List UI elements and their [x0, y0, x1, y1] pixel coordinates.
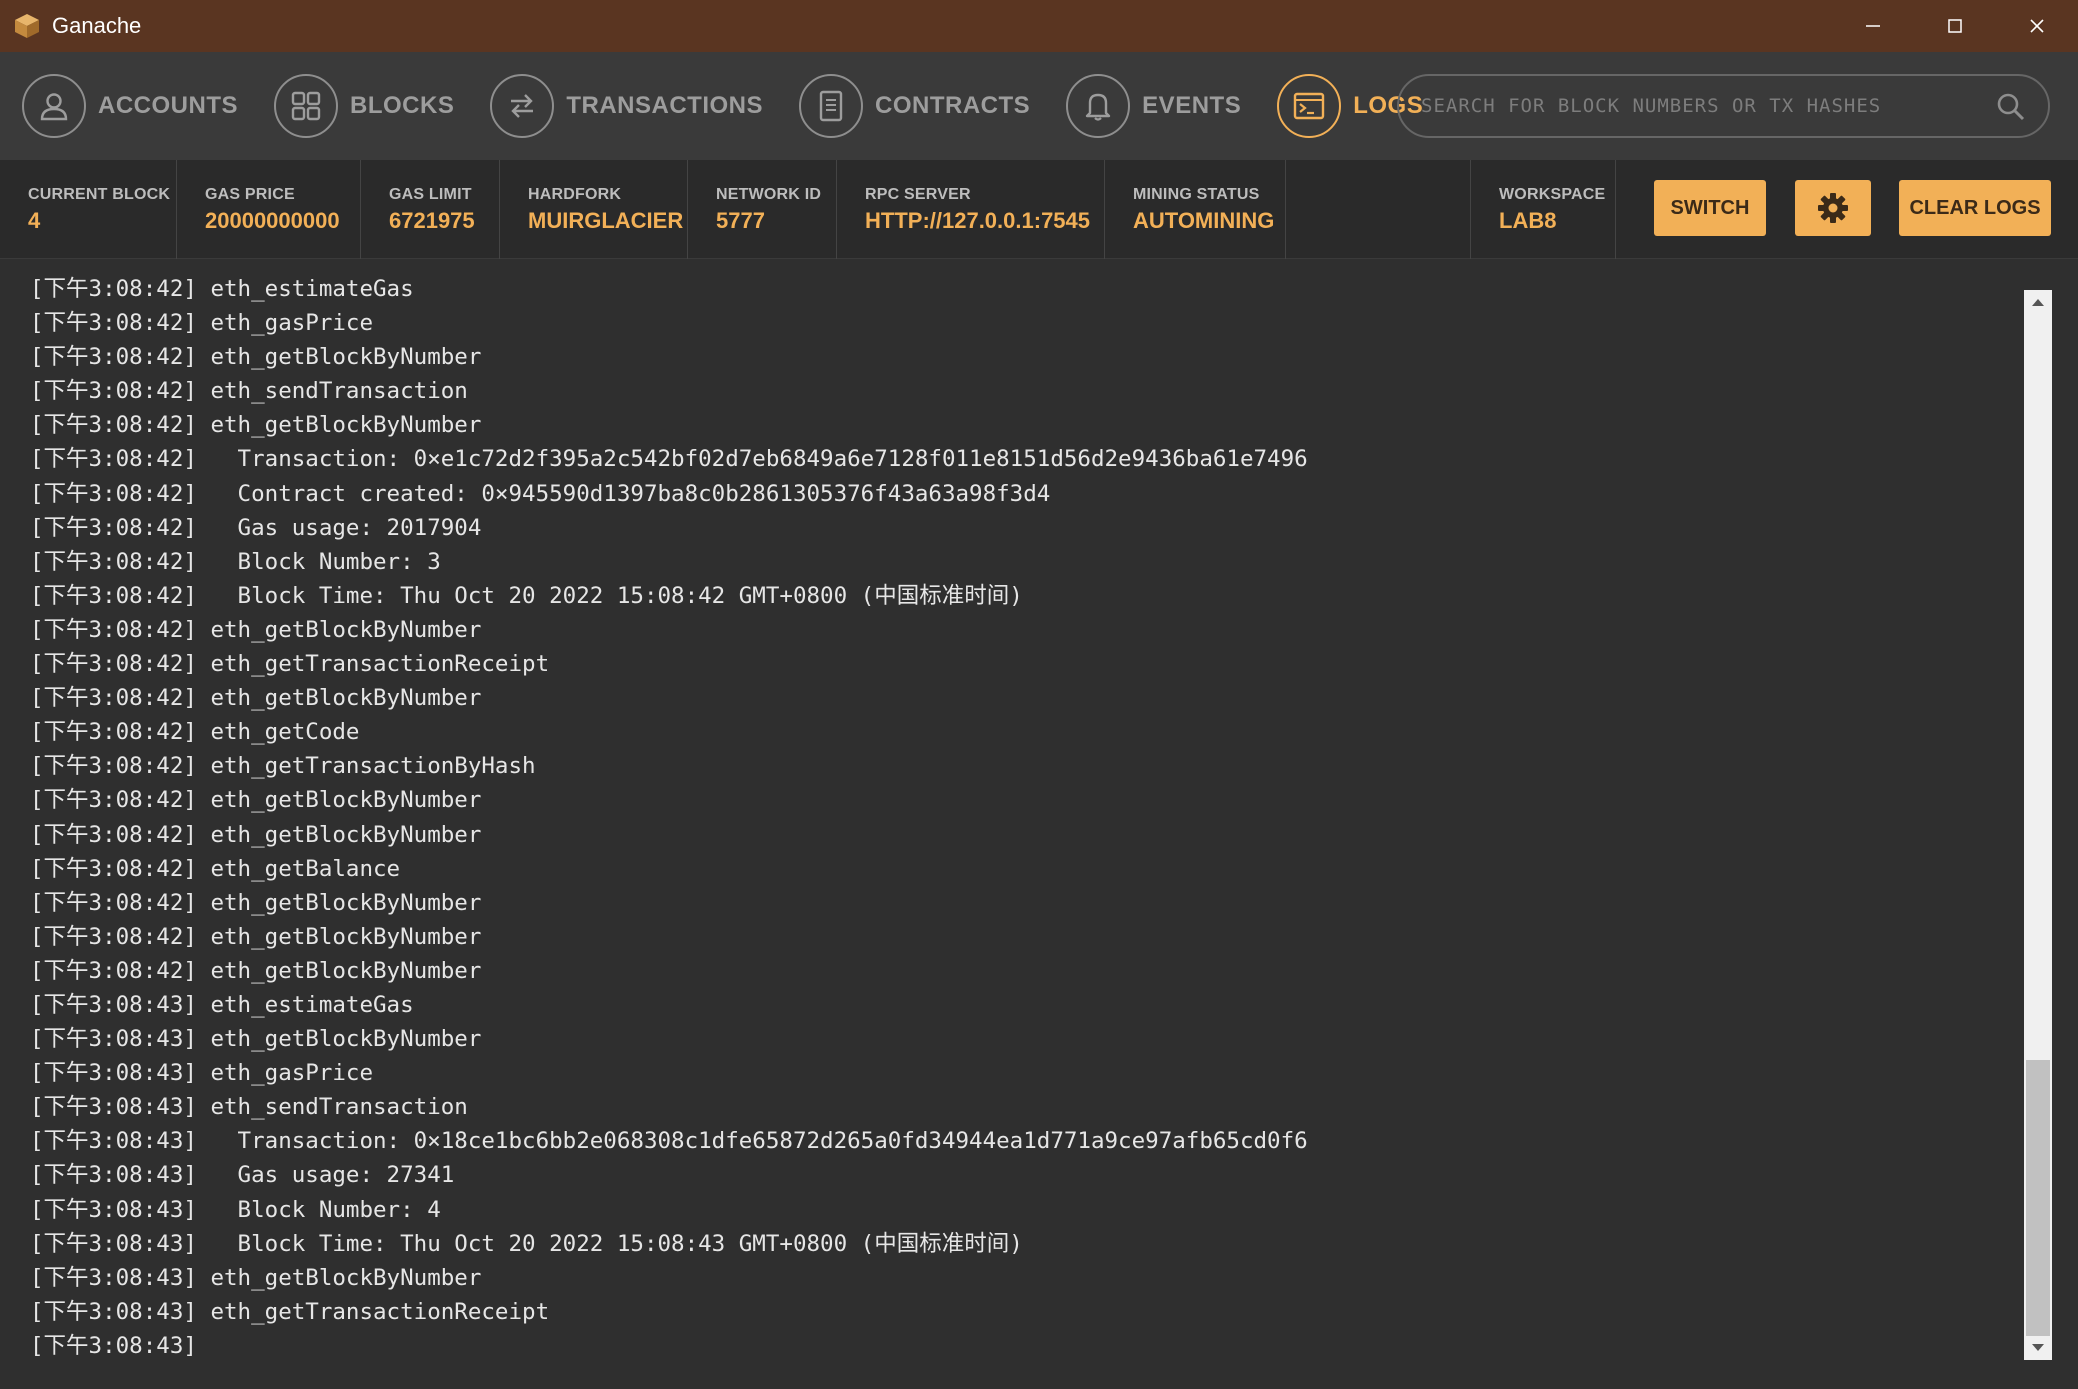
stat-label: RPC SERVER: [865, 186, 971, 203]
caret-down-icon: [2032, 1344, 2044, 1351]
stat-value: AUTOMINING: [1133, 208, 1275, 233]
log-line: [下午3:08:43] Block Number: 4: [30, 1196, 441, 1223]
stat-value: 20000000000: [205, 208, 340, 233]
minimize-icon: [1866, 25, 1880, 27]
log-line: [下午3:08:42] eth_getBlockByNumber: [30, 787, 482, 814]
nav-accounts[interactable]: ACCOUNTS: [22, 52, 238, 160]
grid-icon: [274, 74, 338, 138]
log-line: [下午3:08:43]: [30, 1332, 197, 1359]
main-nav: ACCOUNTS BLOCKS TRANSACTIONS CONTRACTS E…: [0, 52, 2078, 160]
stat-value: HTTP://127.0.0.1:7545: [865, 208, 1091, 233]
log-line: [下午3:08:42] eth_getBlockByNumber: [30, 412, 482, 439]
log-line: [下午3:08:43] Gas usage: 27341: [30, 1162, 455, 1189]
stat-label: GAS PRICE: [205, 186, 295, 203]
stat-current-block: CURRENT BLOCK 4: [0, 160, 177, 259]
search-icon[interactable]: [1996, 92, 2026, 127]
clear-logs-button[interactable]: CLEAR LOGS: [1899, 180, 2051, 236]
log-line: [下午3:08:43] eth_estimateGas: [30, 991, 414, 1018]
log-line: [下午3:08:42] Block Number: 3: [30, 548, 441, 575]
log-scrollbar[interactable]: [2024, 290, 2052, 1360]
log-line: [下午3:08:43] eth_sendTransaction: [30, 1094, 468, 1121]
log-line: [下午3:08:42] eth_getBlockByNumber: [30, 616, 482, 643]
settings-button[interactable]: [1795, 180, 1871, 236]
nav-blocks[interactable]: BLOCKS: [274, 52, 454, 160]
document-icon: [799, 74, 864, 138]
log-line: [下午3:08:42] eth_getBlockByNumber: [30, 344, 482, 371]
log-panel: [下午3:08:42] eth_estimateGas [下午3:08:42] e…: [0, 260, 2078, 1389]
log-line: [下午3:08:42] eth_getCode: [30, 719, 360, 746]
nav-transactions[interactable]: TRANSACTIONS: [490, 52, 763, 160]
stat-label: WORKSPACE: [1499, 186, 1606, 203]
status-bar: CURRENT BLOCK 4 GAS PRICE 20000000000 GA…: [0, 160, 2078, 259]
stat-label: MINING STATUS: [1133, 186, 1260, 203]
gear-icon: [1818, 193, 1848, 223]
maximize-button[interactable]: [1914, 0, 1996, 52]
switch-button[interactable]: SWITCH: [1654, 180, 1766, 236]
stat-gas-price: GAS PRICE 20000000000: [177, 160, 361, 259]
stat-rpc-server: RPC SERVER HTTP://127.0.0.1:7545: [837, 160, 1105, 259]
stat-label: CURRENT BLOCK: [28, 186, 171, 203]
log-line: [下午3:08:43] eth_getBlockByNumber: [30, 1026, 482, 1053]
ganache-logo-icon: [12, 11, 42, 41]
minimize-button[interactable]: [1832, 0, 1914, 52]
log-line: [下午3:08:42] eth_getTransactionByHash: [30, 753, 536, 780]
log-line: [下午3:08:42] eth_estimateGas: [30, 276, 414, 302]
nav-contracts[interactable]: CONTRACTS: [799, 52, 1030, 160]
stat-label: GAS LIMIT: [389, 186, 472, 203]
bell-icon: [1066, 74, 1131, 138]
stat-workspace: WORKSPACE LAB8: [1470, 160, 1616, 259]
log-line: [下午3:08:43] eth_getBlockByNumber: [30, 1264, 482, 1291]
stat-value: MUIRGLACIER: [528, 208, 684, 233]
maximize-icon: [1948, 19, 1962, 33]
log-line: [下午3:08:43] eth_gasPrice: [30, 1060, 374, 1087]
close-button[interactable]: [1996, 0, 2078, 52]
log-line: [下午3:08:42] eth_sendTransaction: [30, 378, 468, 405]
stat-mining-status: MINING STATUS AUTOMINING: [1105, 160, 1286, 259]
stat-network-id: NETWORK ID 5777: [688, 160, 837, 259]
search-box: [1397, 74, 2050, 138]
close-icon: [2030, 19, 2044, 33]
user-icon: [22, 74, 86, 138]
log-line: [下午3:08:42] Gas usage: 2017904: [30, 514, 482, 541]
log-list: [下午3:08:42] eth_estimateGas [下午3:08:42] e…: [30, 272, 2008, 1363]
caret-up-icon: [2032, 299, 2044, 306]
stat-label: NETWORK ID: [716, 186, 822, 203]
scroll-down-button[interactable]: [2024, 1336, 2052, 1360]
app-title: Ganache: [52, 13, 142, 38]
log-line: [下午3:08:43] Transaction: 0×18ce1bc6bb2e0…: [30, 1128, 1308, 1155]
nav-transactions-label: TRANSACTIONS: [566, 92, 764, 119]
stat-gas-limit: GAS LIMIT 6721975: [361, 160, 500, 259]
log-line: [下午3:08:43] Block Time: Thu Oct 20 2022 …: [30, 1230, 1023, 1257]
log-line: [下午3:08:42] eth_getTransactionReceipt: [30, 651, 550, 678]
scroll-thumb[interactable]: [2026, 1060, 2050, 1336]
log-line: [下午3:08:42] Block Time: Thu Oct 20 2022 …: [30, 582, 1023, 609]
log-line: [下午3:08:42] eth_getBlockByNumber: [30, 821, 482, 848]
scroll-up-button[interactable]: [2024, 290, 2052, 314]
stat-hardfork: HARDFORK MUIRGLACIER: [500, 160, 688, 259]
log-line: [下午3:08:42] eth_getBlockByNumber: [30, 889, 482, 916]
stat-value: 4: [28, 208, 41, 233]
log-line: [下午3:08:42] eth_getBlockByNumber: [30, 957, 482, 984]
log-line: [下午3:08:42] eth_getBlockByNumber: [30, 685, 482, 712]
log-line: [下午3:08:42] eth_gasPrice: [30, 310, 374, 337]
nav-events[interactable]: EVENTS: [1066, 52, 1241, 160]
nav-accounts-label: ACCOUNTS: [98, 92, 238, 119]
stat-value: 5777: [716, 208, 765, 233]
stat-value: LAB8: [1499, 208, 1557, 233]
stat-label: HARDFORK: [528, 186, 622, 203]
log-line: [下午3:08:42] Transaction: 0×e1c72d2f395a2…: [30, 446, 1308, 473]
title-bar: Ganache: [0, 0, 2078, 52]
nav-blocks-label: BLOCKS: [350, 92, 455, 119]
log-line: [下午3:08:43] eth_getTransactionReceipt: [30, 1298, 550, 1325]
log-line: [下午3:08:42] Contract created: 0×945590d1…: [30, 480, 1051, 507]
nav-events-label: EVENTS: [1142, 92, 1242, 119]
log-line: [下午3:08:42] eth_getBlockByNumber: [30, 923, 482, 950]
log-line: [下午3:08:42] eth_getBalance: [30, 855, 401, 882]
terminal-icon: [1277, 74, 1342, 138]
search-input[interactable]: [1421, 95, 1981, 117]
stat-value: 6721975: [389, 208, 475, 233]
swap-arrows-icon: [490, 74, 555, 138]
nav-contracts-label: CONTRACTS: [875, 92, 1031, 119]
